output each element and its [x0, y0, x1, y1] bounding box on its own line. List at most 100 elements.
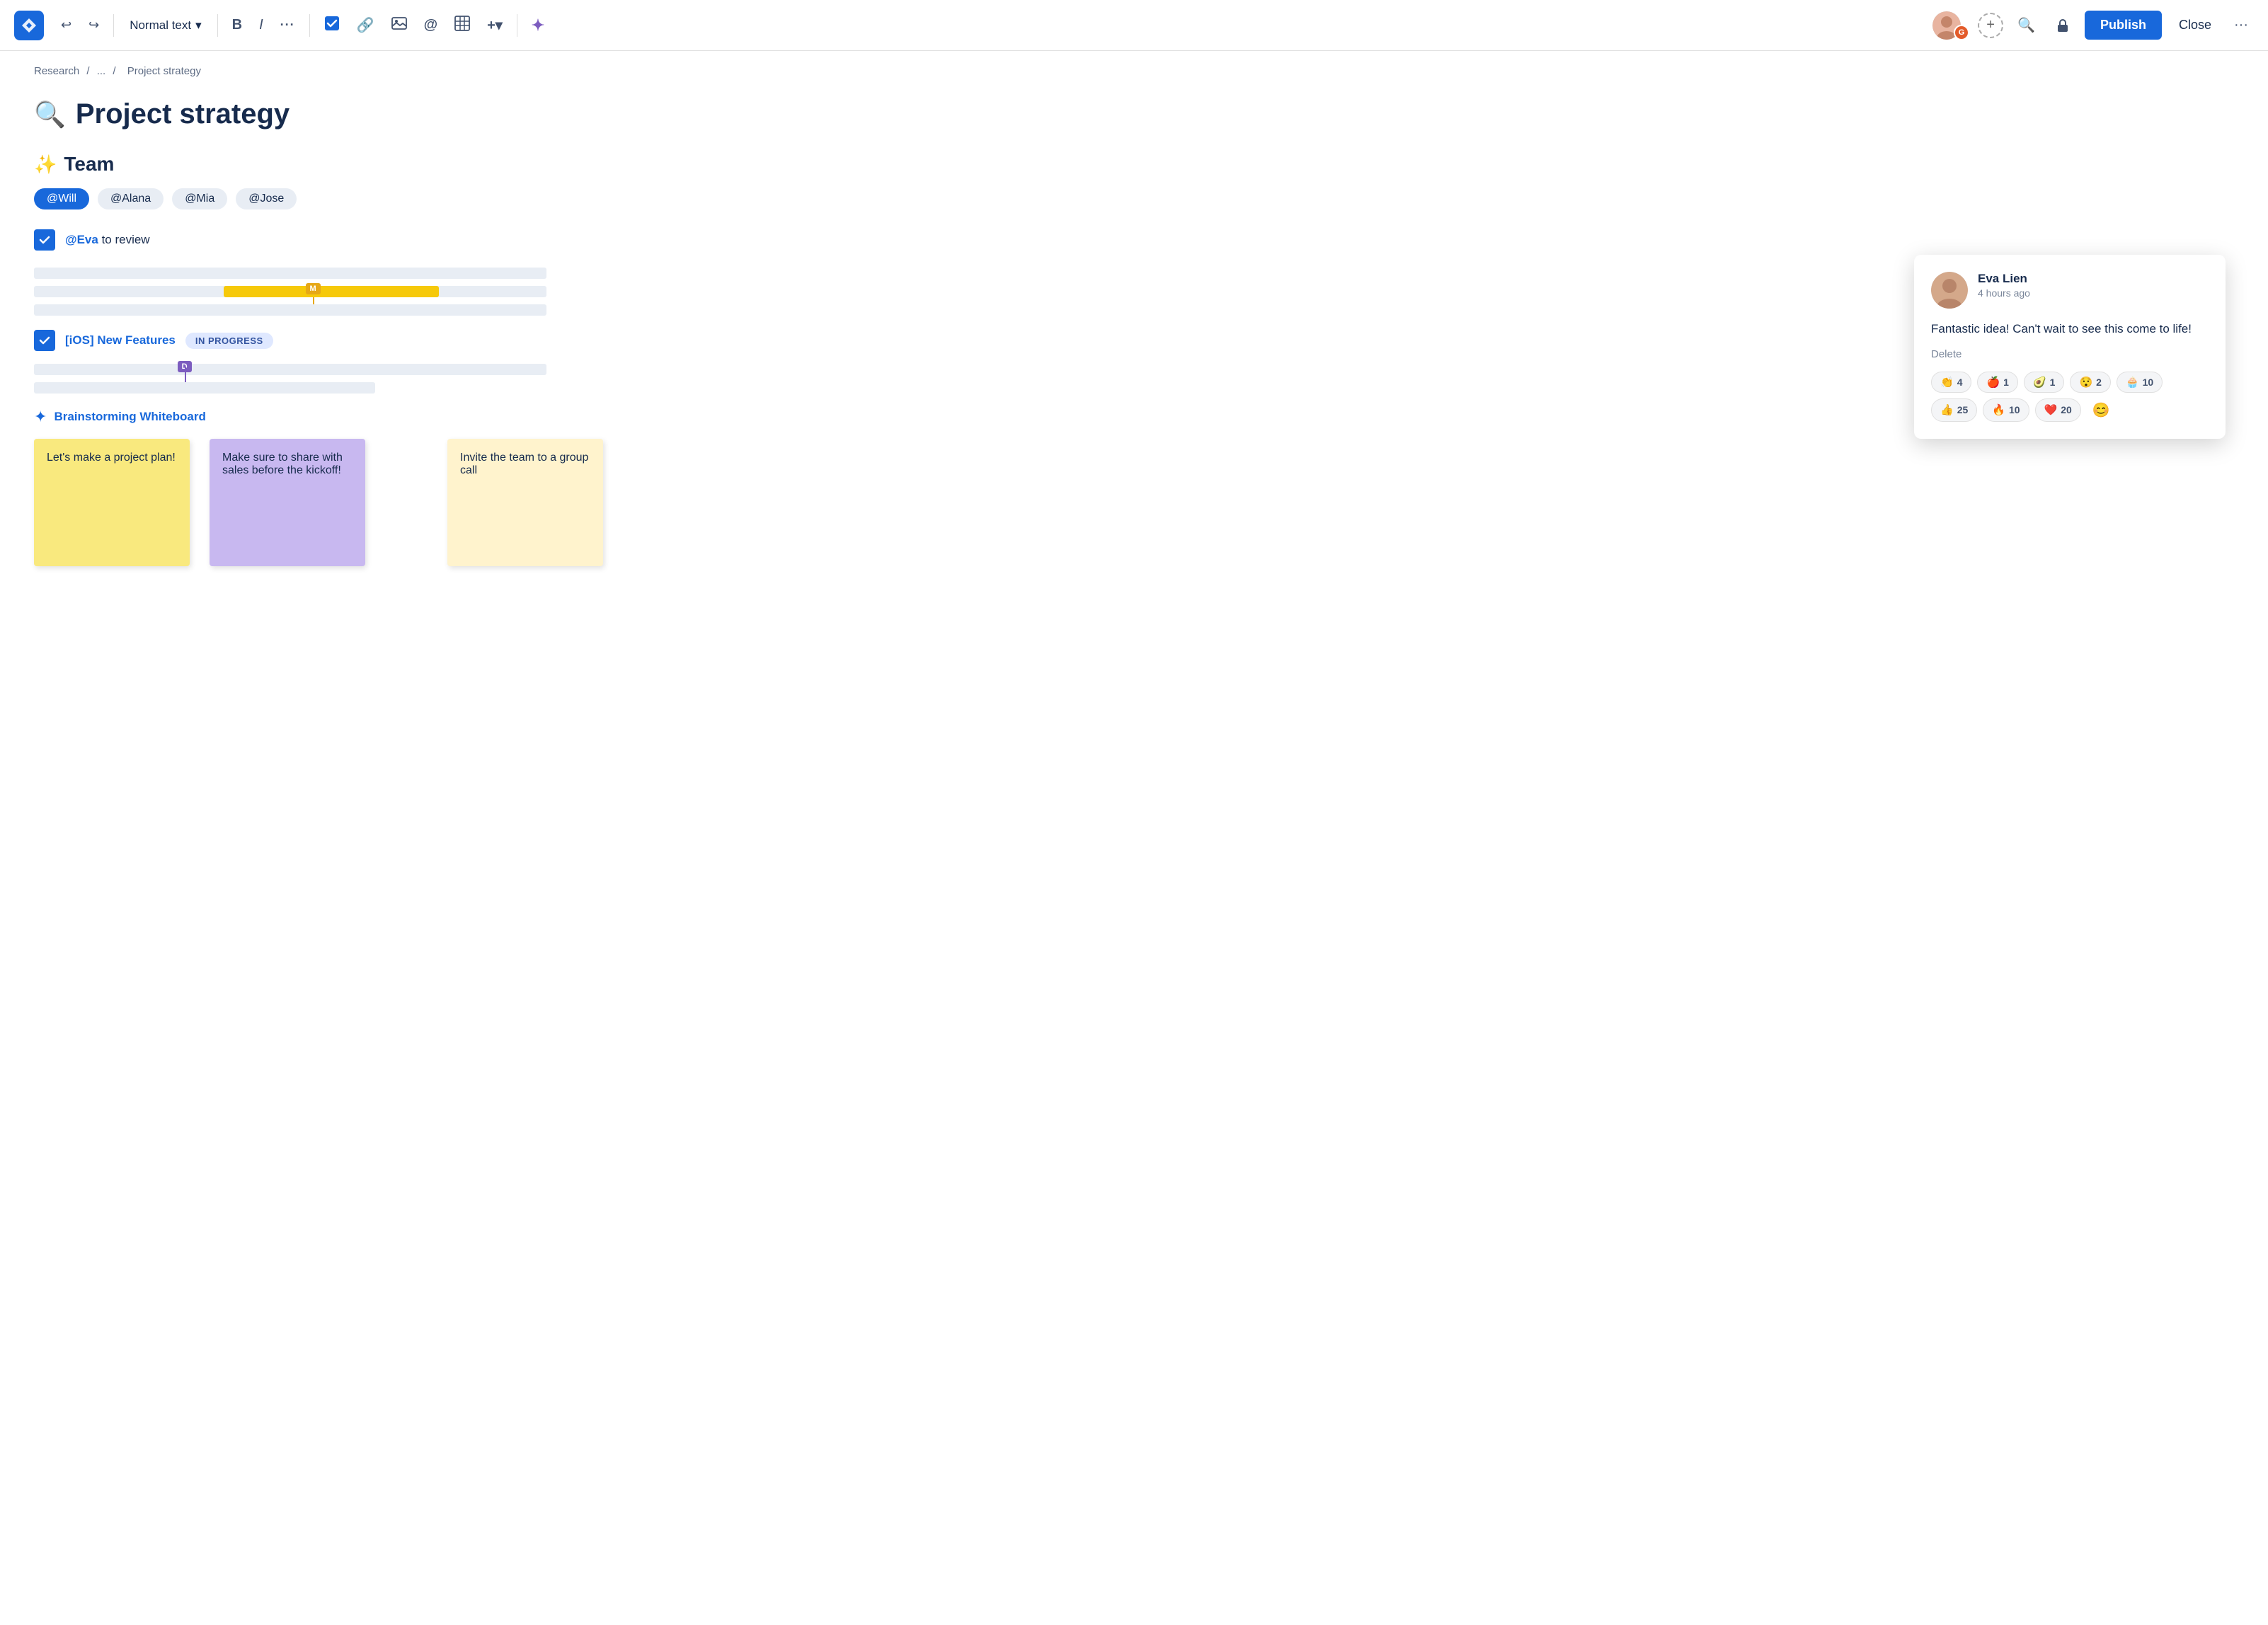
gantt-row-2: M [34, 286, 546, 297]
reaction-avocado[interactable]: 🥑 1 [2024, 372, 2064, 393]
avatar-badge: G [1954, 25, 1969, 40]
reaction-clap[interactable]: 👏 4 [1931, 372, 1971, 393]
main-content: 🔍 Project strategy ✨ Team @Will @Alana @… [0, 84, 637, 580]
reaction-cupcake-emoji: 🧁 [2126, 376, 2139, 389]
mention-button[interactable]: @ [418, 13, 444, 38]
whiteboard-title[interactable]: Brainstorming Whiteboard [54, 410, 205, 424]
bold-button[interactable]: B [227, 13, 248, 38]
comment-avatar [1931, 272, 1968, 309]
publish-button[interactable]: Publish [2085, 11, 2162, 40]
gantt-area-2: D [34, 364, 603, 394]
reaction-avocado-count: 1 [2050, 377, 2056, 388]
reaction-heart-count: 20 [2061, 404, 2072, 415]
reaction-thumbsup-count: 25 [1957, 404, 1969, 415]
italic-button[interactable]: I [253, 13, 269, 38]
reaction-cupcake[interactable]: 🧁 10 [2117, 372, 2163, 393]
insert-plus-button[interactable]: +▾ [481, 12, 508, 38]
reaction-surprised-emoji: 😯 [2079, 376, 2092, 389]
collaborators: G [1932, 11, 1969, 40]
reaction-cupcake-count: 10 [2143, 377, 2154, 388]
comment-popup: Eva Lien 4 hours ago Fantastic idea! Can… [1914, 255, 2226, 439]
mention-alana[interactable]: @Alana [98, 188, 164, 209]
more-formatting-button[interactable]: ··· [275, 13, 301, 37]
sticky-notes: Let's make a project plan! Make sure to … [34, 439, 603, 566]
breadcrumb-research[interactable]: Research [34, 65, 79, 77]
status-badge: IN PROGRESS [185, 333, 273, 349]
more-options-button[interactable]: ··· [2228, 13, 2254, 38]
toolbar: ↩ ↪ Normal text ▾ B I ··· 🔗 @ +▾ [0, 0, 2268, 51]
reaction-thumbsup[interactable]: 👍 25 [1931, 398, 1977, 422]
reactions: 👏 4 🍎 1 🥑 1 😯 2 🧁 10 👍 25 🔥 10 ❤️ [1931, 372, 2209, 422]
mention-will[interactable]: @Will [34, 188, 89, 209]
toolbar-right: G + 🔍 Publish Close ··· [1932, 11, 2254, 40]
divider-2 [217, 14, 218, 37]
gantt-row-3 [34, 304, 546, 316]
task-row: @Eva to review [34, 229, 603, 251]
gantt-row-d1: D [34, 364, 546, 375]
add-reaction-button[interactable]: 😊 [2087, 398, 2116, 422]
sticky-note-1[interactable]: Let's make a project plan! [34, 439, 190, 566]
ai-button[interactable]: ✦ [526, 12, 550, 39]
reaction-surprised-count: 2 [2096, 377, 2102, 388]
text-style-dropdown[interactable]: Normal text ▾ [122, 14, 208, 37]
task-checkbox[interactable] [34, 229, 55, 251]
close-button[interactable]: Close [2170, 12, 2220, 38]
mention-jose[interactable]: @Jose [236, 188, 297, 209]
breadcrumb: Research / ... / Project strategy [0, 51, 2268, 84]
comment-body: Fantastic idea! Can't wait to see this c… [1931, 320, 2209, 338]
checkbox-button[interactable] [319, 11, 345, 40]
text-style-label: Normal text [130, 18, 191, 33]
reaction-avocado-emoji: 🥑 [2033, 376, 2046, 389]
gantt-row-d2 [34, 382, 375, 394]
divider-3 [309, 14, 310, 37]
sticky-note-3[interactable]: Invite the team to a group call [447, 439, 603, 566]
link-button[interactable]: 🔗 [351, 12, 380, 38]
breadcrumb-sep-2: / [113, 65, 118, 77]
reaction-apple-emoji: 🍎 [1986, 376, 2000, 389]
reaction-thumbsup-emoji: 👍 [1940, 403, 1954, 416]
redo-button[interactable]: ↪ [83, 13, 105, 37]
breadcrumb-dots[interactable]: ... [97, 65, 106, 77]
reaction-surprised[interactable]: 😯 2 [2070, 372, 2110, 393]
reaction-apple-count: 1 [2003, 377, 2009, 388]
add-collaborator-button[interactable]: + [1978, 13, 2003, 38]
feature-checkbox[interactable] [34, 330, 55, 351]
gantt-bar-yellow [224, 286, 439, 297]
feature-task-label[interactable]: [iOS] New Features [65, 333, 176, 348]
gantt-marker-m: M [306, 283, 321, 294]
table-button[interactable] [449, 11, 476, 40]
comment-delete-button[interactable]: Delete [1931, 348, 2209, 360]
comment-author-name: Eva Lien [1978, 272, 2030, 286]
comment-header: Eva Lien 4 hours ago [1931, 272, 2209, 309]
search-button[interactable]: 🔍 [2012, 12, 2041, 38]
sticky-note-2[interactable]: Make sure to share with sales before the… [210, 439, 365, 566]
page-title: Project strategy [76, 98, 290, 130]
reaction-fire[interactable]: 🔥 10 [1983, 398, 2029, 422]
reaction-clap-emoji: 👏 [1940, 376, 1954, 389]
image-button[interactable] [386, 11, 413, 40]
app-logo[interactable] [14, 11, 44, 40]
reaction-apple[interactable]: 🍎 1 [1977, 372, 2017, 393]
whiteboard-header: ✦ Brainstorming Whiteboard [34, 408, 603, 426]
undo-button[interactable]: ↩ [55, 13, 77, 37]
feature-task-row: [iOS] New Features IN PROGRESS [34, 330, 603, 351]
team-section-title: Team [64, 153, 114, 176]
gantt-row-1 [34, 268, 546, 279]
reaction-heart-emoji: ❤️ [2044, 403, 2058, 416]
team-heading: ✨ Team [34, 153, 603, 176]
reaction-heart[interactable]: ❤️ 20 [2035, 398, 2081, 422]
page-title-area: 🔍 Project strategy [34, 98, 603, 130]
breadcrumb-sep-1: / [86, 65, 92, 77]
whiteboard-icon: ✦ [34, 408, 47, 426]
task-body: to review [102, 233, 150, 246]
task-mention[interactable]: @Eva [65, 233, 98, 246]
dropdown-icon: ▾ [195, 18, 202, 33]
gantt-area: M [34, 268, 603, 316]
reaction-fire-emoji: 🔥 [1992, 403, 2005, 416]
comment-time: 4 hours ago [1978, 287, 2030, 299]
lock-button[interactable] [2049, 13, 2076, 38]
page-title-icon: 🔍 [34, 100, 66, 130]
mention-mia[interactable]: @Mia [172, 188, 227, 209]
comment-author-info: Eva Lien 4 hours ago [1978, 272, 2030, 299]
task-text: @Eva to review [65, 233, 150, 247]
